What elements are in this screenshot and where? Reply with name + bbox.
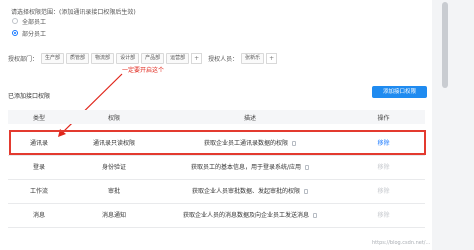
table-row: 工作流 审批 获取企业人员审批数据、发起审批的权限 移除 xyxy=(8,179,425,204)
table-row: 消息 消息通知 获取企业人员的消息数据及向企业员工发送消息 移除 xyxy=(8,203,425,228)
row-description: 获取企业人员审批数据、发起审批的权限 xyxy=(158,186,342,195)
document-icon xyxy=(313,213,317,218)
watermark: https://blog.csdn.net/... xyxy=(372,240,431,246)
section-title: 已添加接口权限 xyxy=(8,93,51,100)
row-permission: 消息通知 xyxy=(101,212,126,219)
row-type: 登录 xyxy=(32,164,45,171)
row-description: 获取员工的基本信息，用于登录系统/应用 xyxy=(158,162,342,171)
scrollbar-track[interactable] xyxy=(432,0,474,250)
row-description: 获取企业人员的消息数据及向企业员工发送消息 xyxy=(158,210,342,219)
document-icon xyxy=(305,165,310,170)
main-panel: 请选择权限范围：(添加通讯录接口权限后生效) 全部员工 部分员工 授权部门： 生… xyxy=(0,0,432,250)
remove-link: 移除 xyxy=(377,212,390,219)
row-permission: 身份验证 xyxy=(101,164,126,171)
table-row: 登录 身份验证 获取员工的基本信息，用于登录系统/应用 移除 xyxy=(8,155,425,180)
remove-link: 移除 xyxy=(377,188,390,195)
remove-link: 移除 xyxy=(377,164,390,171)
scrollbar-thumb[interactable] xyxy=(442,2,448,88)
column-header-permission: 权限 xyxy=(107,115,120,122)
column-header-action: 操作 xyxy=(377,115,390,122)
column-header-type: 类型 xyxy=(32,115,45,122)
highlight-box xyxy=(9,130,426,155)
column-header-description: 描述 xyxy=(243,115,256,122)
description-text: 获取员工的基本信息，用于登录系统/应用 xyxy=(190,164,302,171)
description-text: 获取企业人员审批数据、发起审批的权限 xyxy=(191,188,300,195)
document-icon xyxy=(304,189,308,194)
row-type: 工作流 xyxy=(29,188,48,195)
add-api-permission-button[interactable]: 添加接口权限 xyxy=(372,86,427,98)
description-text: 获取企业人员的消息数据及向企业员工发送消息 xyxy=(182,212,309,219)
row-type: 消息 xyxy=(32,212,45,219)
table-header: 类型 权限 描述 操作 xyxy=(8,110,425,124)
row-permission: 审批 xyxy=(107,188,120,195)
